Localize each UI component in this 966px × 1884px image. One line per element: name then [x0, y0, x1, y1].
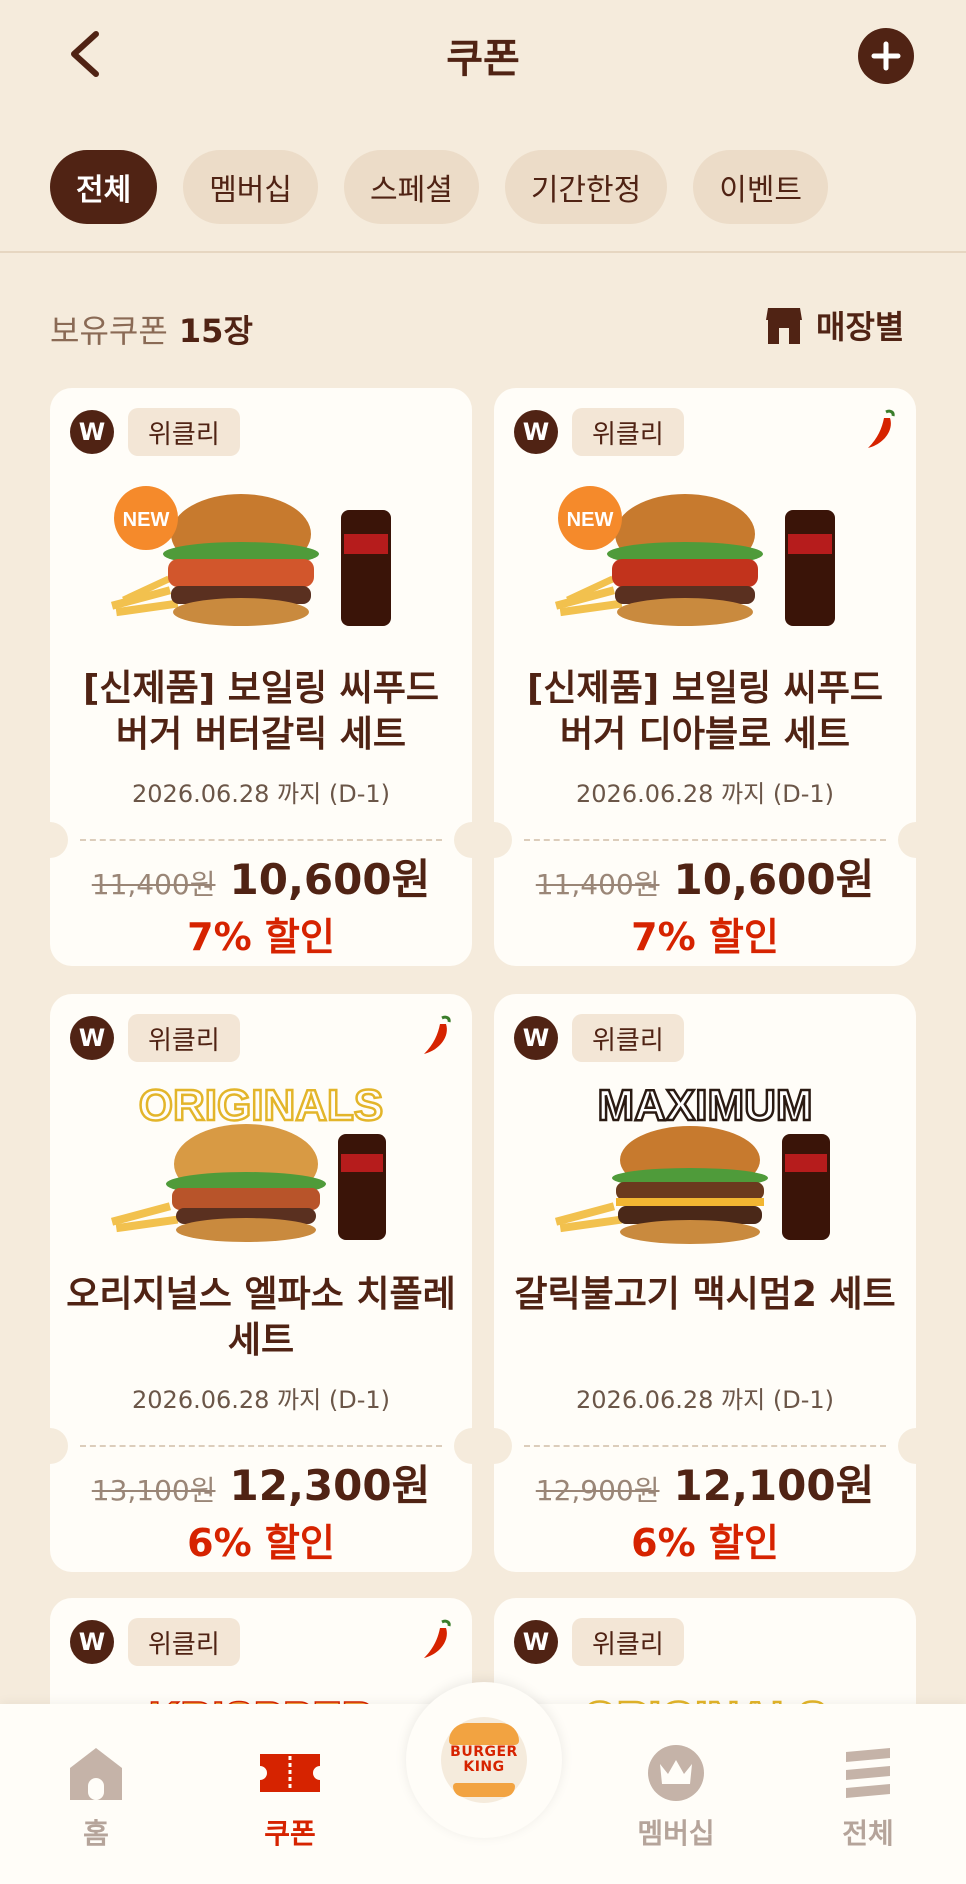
coupon-tag: 위클리 [128, 1618, 240, 1666]
discount-label: 6% 할인 [187, 1521, 335, 1565]
coupon-tag: 위클리 [572, 1618, 684, 1666]
new-badge-text: NEW [123, 509, 170, 531]
sale-price: 10,600원 [229, 855, 431, 904]
tab-special[interactable]: 스페셜 [344, 150, 479, 224]
burger-set-image: MAXIMUM [554, 1080, 830, 1244]
dashed-divider [80, 1445, 442, 1447]
fries [110, 575, 179, 617]
plus-icon [871, 41, 901, 71]
discount-label: 6% 할인 [631, 1521, 779, 1565]
menu-icon [846, 1748, 890, 1798]
coupon-card[interactable]: W 위클리 ORIGINALS 오리지널스 엘파소 치폴레 세트 2026.06… [32, 994, 490, 1572]
add-coupon-button[interactable] [858, 28, 914, 84]
tab-all[interactable]: 전체 [50, 150, 158, 224]
coupon-count-label: 보유쿠폰 [50, 312, 168, 350]
filter-tabs: 전체 멤버십 스페셜 기간한정 이벤트 [50, 150, 829, 224]
weekly-w-badge: W [70, 1016, 114, 1060]
sale-price: 10,600원 [673, 855, 875, 904]
coupon-title: 갈릭불고기 맥시멈2 세트 [514, 1274, 896, 1315]
dashed-divider [524, 839, 886, 841]
nav-membership-label: 멤버십 [637, 1817, 715, 1850]
nav-coupon-label: 쿠폰 [264, 1817, 316, 1850]
divider [0, 251, 966, 253]
dashed-divider [80, 839, 442, 841]
fries [110, 1202, 179, 1233]
store-icon [766, 308, 802, 344]
original-price: 12,900원 [535, 1474, 660, 1507]
nav-home-label: 홈 [83, 1817, 109, 1850]
price-row: 13,100원 12,300원 [50, 1452, 472, 1513]
original-price: 11,400원 [535, 868, 660, 901]
weekly-w-badge: W [514, 1016, 558, 1060]
originals-backdrop-text: ORIGINALS [139, 1081, 383, 1130]
logo-bun-top [449, 1723, 519, 1745]
tab-membership[interactable]: 멤버십 [183, 150, 319, 224]
coupon-tag: 위클리 [128, 408, 240, 456]
store-filter-button[interactable]: 매장별 [764, 302, 904, 348]
tab-event[interactable]: 이벤트 [693, 150, 829, 224]
new-badge-text: NEW [567, 509, 614, 531]
coupon-expiry: 2026.06.28 까지 (D-1) [132, 780, 390, 808]
coupon-title: [신제품] 보일링 씨푸드 버거 버터갈릭 세트 [82, 668, 440, 755]
coupon-card[interactable]: W 위클리 NEW [신제품] 보일링 씨푸드 버거 디아블로 세트 2026.… [476, 388, 934, 966]
original-price: 13,100원 [91, 1474, 216, 1507]
burger-set-image: NEW [110, 486, 391, 626]
coupon-expiry: 2026.06.28 까지 (D-1) [132, 1386, 390, 1414]
coupon-icon [260, 1754, 320, 1792]
nav-coupon[interactable]: 쿠폰 [230, 1744, 350, 1852]
chili-pepper-icon [868, 409, 895, 448]
coupon-title: 오리지널스 엘파소 치폴레 세트 [66, 1274, 456, 1361]
fries [554, 575, 623, 617]
header: 쿠폰 [0, 0, 966, 110]
coupon-expiry: 2026.06.28 까지 (D-1) [576, 1386, 834, 1414]
logo-text: BURGER KING [450, 1744, 518, 1775]
nav-all[interactable]: 전체 [808, 1744, 928, 1852]
price-row: 12,900원 12,100원 [494, 1452, 916, 1513]
weekly-w-badge: W [514, 410, 558, 454]
coupon-tag: 위클리 [572, 1014, 684, 1062]
discount-label: 7% 할인 [187, 915, 335, 959]
store-filter-label: 매장별 [816, 308, 905, 346]
coupon-card[interactable]: W 위클리 MAXIMUM 갈릭불고기 맥시멈2 세트 2026.06.28 까… [476, 994, 934, 1572]
sale-price: 12,300원 [229, 1461, 431, 1510]
fries [554, 1202, 623, 1233]
nav-membership[interactable]: 멤버십 [616, 1744, 736, 1852]
price-row: 11,400원 10,600원 [50, 846, 472, 907]
chili-pepper-icon [424, 1619, 451, 1658]
original-price: 11,400원 [91, 868, 216, 901]
coupon-count: 보유쿠폰 15장 [50, 306, 253, 352]
maximum-backdrop-text: MAXIMUM [597, 1081, 812, 1130]
coupon-count-value: 15장 [178, 312, 253, 350]
weekly-w-badge: W [70, 410, 114, 454]
coupon-expiry: 2026.06.28 까지 (D-1) [576, 780, 834, 808]
nav-home[interactable]: 홈 [36, 1744, 156, 1852]
burger-set-image: ORIGINALS [110, 1080, 386, 1242]
tab-limited[interactable]: 기간한정 [504, 150, 668, 224]
logo-bun-bottom [453, 1783, 515, 1797]
dashed-divider [524, 1445, 886, 1447]
coupon-card[interactable]: W 위클리 NEW [신제품] 보일링 씨푸드 버거 버터갈릭 세트 2026.… [32, 388, 490, 966]
coupon-tag: 위클리 [572, 408, 684, 456]
page-title: 쿠폰 [446, 36, 520, 82]
discount-label: 7% 할인 [631, 915, 779, 959]
nav-all-label: 전체 [842, 1817, 894, 1850]
sale-price: 12,100원 [673, 1461, 875, 1510]
burger-king-logo: BURGER KING [441, 1717, 527, 1803]
system-gesture-bar [0, 1868, 966, 1884]
coupon-tag: 위클리 [128, 1014, 240, 1062]
crown-icon [648, 1745, 704, 1801]
price-row: 11,400원 10,600원 [494, 846, 916, 907]
burger-king-home-button[interactable]: BURGER KING [406, 1682, 562, 1838]
home-icon [70, 1748, 122, 1800]
weekly-w-badge: W [514, 1620, 558, 1664]
chili-pepper-icon [424, 1015, 451, 1054]
burger-set-image: NEW [554, 486, 835, 626]
weekly-w-badge: W [70, 1620, 114, 1664]
coupon-title: [신제품] 보일링 씨푸드 버거 디아블로 세트 [526, 668, 884, 755]
